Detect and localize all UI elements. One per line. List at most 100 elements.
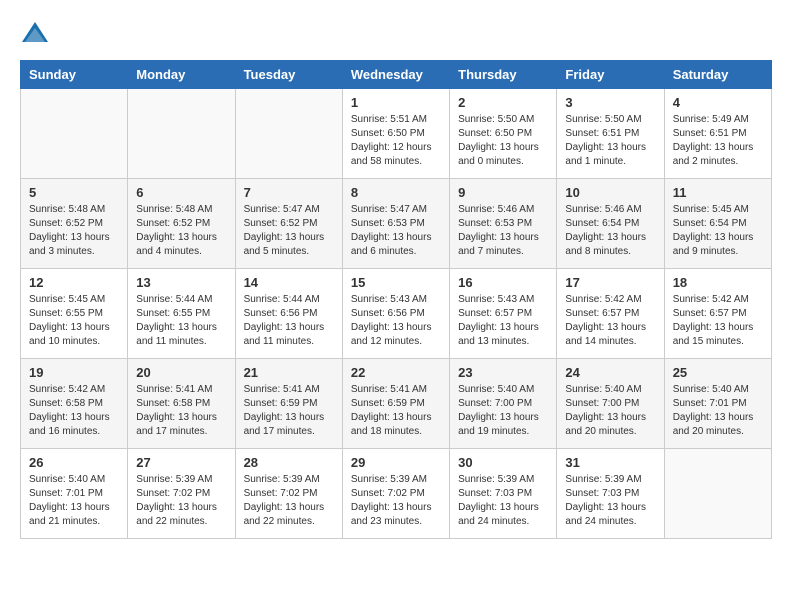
calendar-cell: 15 Sunrise: 5:43 AM Sunset: 6:56 PM Dayli… [342, 269, 449, 359]
day-number: 11 [673, 185, 763, 200]
day-info: Sunrise: 5:39 AM Sunset: 7:02 PM Dayligh… [136, 473, 226, 529]
calendar-cell: 8Sunrise: 5:47 AM Sunset: 6:53 PM Daylig… [342, 179, 449, 269]
day-number: 15 [351, 275, 441, 290]
day-number: 6 [136, 185, 226, 200]
weekday-header-wednesday: Wednesday [342, 61, 449, 89]
day-number: 22 [351, 365, 441, 380]
day-number: 17 [565, 275, 655, 290]
calendar-week-2: 5 Sunrise: 5:48 AM Sunset: 6:52 PM Daylig… [21, 179, 772, 269]
calendar-cell: 14 Sunrise: 5:44 AM Sunset: 6:56 PM Dayli… [235, 269, 342, 359]
calendar-cell [21, 89, 128, 179]
day-info: Sunrise: 5:40 AM Sunset: 7:00 PM Dayligh… [565, 383, 655, 439]
day-number: 1 [351, 95, 441, 110]
calendar-week-4: 19 Sunrise: 5:42 AM Sunset: 6:58 PM Dayli… [21, 359, 772, 449]
day-number: 7 [244, 185, 334, 200]
calendar-cell: 26 Sunrise: 5:40 AM Sunset: 7:01 PM Dayli… [21, 449, 128, 539]
day-number: 18 [673, 275, 763, 290]
day-info: Sunrise: 5:39 AM Sunset: 7:02 PM Dayligh… [351, 473, 441, 529]
calendar-cell: 16 Sunrise: 5:43 AM Sunset: 6:57 PM Dayli… [450, 269, 557, 359]
calendar-week-5: 26 Sunrise: 5:40 AM Sunset: 7:01 PM Dayli… [21, 449, 772, 539]
day-info: Sunrise: 5:48 AM Sunset: 6:52 PM Dayligh… [29, 203, 119, 259]
calendar-cell: 4 Sunrise: 5:49 AM Sunset: 6:51 PM Daylig… [664, 89, 771, 179]
day-info: Sunrise: 5:45 AM Sunset: 6:54 PM Dayligh… [673, 203, 763, 259]
calendar-cell: 10 Sunrise: 5:46 AM Sunset: 6:54 PM Dayli… [557, 179, 664, 269]
calendar-cell: 9 Sunrise: 5:46 AM Sunset: 6:53 PM Daylig… [450, 179, 557, 269]
calendar-cell: 29 Sunrise: 5:39 AM Sunset: 7:02 PM Dayli… [342, 449, 449, 539]
day-info: Sunrise: 5:43 AM Sunset: 6:57 PM Dayligh… [458, 293, 548, 349]
weekday-header-thursday: Thursday [450, 61, 557, 89]
calendar-cell: 2Sunrise: 5:50 AM Sunset: 6:50 PM Daylig… [450, 89, 557, 179]
day-number: 30 [458, 455, 548, 470]
calendar-cell: 23Sunrise: 5:40 AM Sunset: 7:00 PM Dayli… [450, 359, 557, 449]
day-number: 31 [565, 455, 655, 470]
calendar-cell: 27Sunrise: 5:39 AM Sunset: 7:02 PM Dayli… [128, 449, 235, 539]
day-info: Sunrise: 5:44 AM Sunset: 6:55 PM Dayligh… [136, 293, 226, 349]
day-info: Sunrise: 5:44 AM Sunset: 6:56 PM Dayligh… [244, 293, 334, 349]
day-info: Sunrise: 5:47 AM Sunset: 6:52 PM Dayligh… [244, 203, 334, 259]
calendar-cell: 7 Sunrise: 5:47 AM Sunset: 6:52 PM Daylig… [235, 179, 342, 269]
weekday-header-tuesday: Tuesday [235, 61, 342, 89]
weekday-header-monday: Monday [128, 61, 235, 89]
calendar-cell: 1 Sunrise: 5:51 AM Sunset: 6:50 PM Daylig… [342, 89, 449, 179]
calendar-cell: 5 Sunrise: 5:48 AM Sunset: 6:52 PM Daylig… [21, 179, 128, 269]
day-number: 29 [351, 455, 441, 470]
day-info: Sunrise: 5:48 AM Sunset: 6:52 PM Dayligh… [136, 203, 226, 259]
day-info: Sunrise: 5:51 AM Sunset: 6:50 PM Dayligh… [351, 113, 441, 169]
calendar-cell: 30 Sunrise: 5:39 AM Sunset: 7:03 PM Dayli… [450, 449, 557, 539]
calendar-cell: 11 Sunrise: 5:45 AM Sunset: 6:54 PM Dayli… [664, 179, 771, 269]
day-number: 20 [136, 365, 226, 380]
calendar-cell: 18 Sunrise: 5:42 AM Sunset: 6:57 PM Dayli… [664, 269, 771, 359]
day-info: Sunrise: 5:41 AM Sunset: 6:58 PM Dayligh… [136, 383, 226, 439]
day-info: Sunrise: 5:42 AM Sunset: 6:57 PM Dayligh… [565, 293, 655, 349]
day-info: Sunrise: 5:45 AM Sunset: 6:55 PM Dayligh… [29, 293, 119, 349]
weekday-header-friday: Friday [557, 61, 664, 89]
calendar-cell: 6 Sunrise: 5:48 AM Sunset: 6:52 PM Daylig… [128, 179, 235, 269]
day-number: 9 [458, 185, 548, 200]
day-info: Sunrise: 5:41 AM Sunset: 6:59 PM Dayligh… [351, 383, 441, 439]
day-info: Sunrise: 5:42 AM Sunset: 6:58 PM Dayligh… [29, 383, 119, 439]
calendar-cell [128, 89, 235, 179]
weekday-header-row: SundayMondayTuesdayWednesdayThursdayFrid… [21, 61, 772, 89]
day-number: 2 [458, 95, 548, 110]
day-info: Sunrise: 5:41 AM Sunset: 6:59 PM Dayligh… [244, 383, 334, 439]
day-info: Sunrise: 5:46 AM Sunset: 6:54 PM Dayligh… [565, 203, 655, 259]
calendar-cell: 31 Sunrise: 5:39 AM Sunset: 7:03 PM Dayli… [557, 449, 664, 539]
day-info: Sunrise: 5:39 AM Sunset: 7:03 PM Dayligh… [565, 473, 655, 529]
day-info: Sunrise: 5:40 AM Sunset: 7:00 PM Dayligh… [458, 383, 548, 439]
day-info: Sunrise: 5:40 AM Sunset: 7:01 PM Dayligh… [29, 473, 119, 529]
day-info: Sunrise: 5:43 AM Sunset: 6:56 PM Dayligh… [351, 293, 441, 349]
day-number: 4 [673, 95, 763, 110]
day-number: 28 [244, 455, 334, 470]
calendar-cell: 17 Sunrise: 5:42 AM Sunset: 6:57 PM Dayli… [557, 269, 664, 359]
day-info: Sunrise: 5:49 AM Sunset: 6:51 PM Dayligh… [673, 113, 763, 169]
day-number: 14 [244, 275, 334, 290]
day-info: Sunrise: 5:39 AM Sunset: 7:03 PM Dayligh… [458, 473, 548, 529]
calendar-cell: 13 Sunrise: 5:44 AM Sunset: 6:55 PM Dayli… [128, 269, 235, 359]
calendar-cell [235, 89, 342, 179]
logo-icon [20, 20, 50, 50]
logo [20, 20, 54, 50]
weekday-header-sunday: Sunday [21, 61, 128, 89]
day-info: Sunrise: 5:46 AM Sunset: 6:53 PM Dayligh… [458, 203, 548, 259]
calendar-cell: 24Sunrise: 5:40 AM Sunset: 7:00 PM Dayli… [557, 359, 664, 449]
weekday-header-saturday: Saturday [664, 61, 771, 89]
day-number: 12 [29, 275, 119, 290]
day-info: Sunrise: 5:42 AM Sunset: 6:57 PM Dayligh… [673, 293, 763, 349]
calendar-table: SundayMondayTuesdayWednesdayThursdayFrid… [20, 60, 772, 539]
day-number: 25 [673, 365, 763, 380]
calendar-week-1: 1 Sunrise: 5:51 AM Sunset: 6:50 PM Daylig… [21, 89, 772, 179]
day-number: 21 [244, 365, 334, 380]
calendar-cell: 28 Sunrise: 5:39 AM Sunset: 7:02 PM Dayli… [235, 449, 342, 539]
day-number: 16 [458, 275, 548, 290]
calendar-cell: 21 Sunrise: 5:41 AM Sunset: 6:59 PM Dayli… [235, 359, 342, 449]
calendar-cell: 25Sunrise: 5:40 AM Sunset: 7:01 PM Dayli… [664, 359, 771, 449]
day-number: 3 [565, 95, 655, 110]
day-number: 10 [565, 185, 655, 200]
calendar-cell: 3Sunrise: 5:50 AM Sunset: 6:51 PM Daylig… [557, 89, 664, 179]
day-number: 5 [29, 185, 119, 200]
day-number: 26 [29, 455, 119, 470]
day-number: 13 [136, 275, 226, 290]
day-number: 19 [29, 365, 119, 380]
day-info: Sunrise: 5:39 AM Sunset: 7:02 PM Dayligh… [244, 473, 334, 529]
calendar-week-3: 12 Sunrise: 5:45 AM Sunset: 6:55 PM Dayli… [21, 269, 772, 359]
